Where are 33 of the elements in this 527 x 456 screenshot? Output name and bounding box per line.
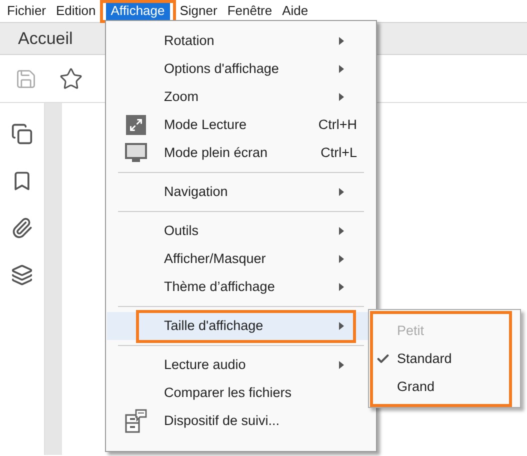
- menu-bar-item[interactable]: Edition: [51, 2, 101, 20]
- monitor-icon: [124, 143, 146, 163]
- menu-item[interactable]: Zoom: [107, 83, 375, 111]
- menu-item[interactable]: Mode plein écran Ctrl+L: [107, 139, 375, 167]
- menu-item[interactable]: Outils: [107, 217, 375, 245]
- submenu-arrow-icon: [339, 93, 344, 101]
- menu-item[interactable]: Rotation: [107, 27, 375, 55]
- menu-bar-item[interactable]: Aide: [277, 2, 314, 20]
- pages-icon[interactable]: [11, 123, 33, 145]
- menu-item[interactable]: Options d'affichage: [107, 55, 375, 83]
- cabinet-chat-icon: [124, 409, 148, 433]
- menu-item[interactable]: Mode Lecture Ctrl+H: [107, 111, 375, 139]
- submenu-arrow-icon: [339, 283, 344, 291]
- submenu-arrow-icon: [339, 227, 344, 235]
- menu-bar-item[interactable]: Affichage: [106, 2, 170, 20]
- paperclip-icon[interactable]: [11, 217, 33, 239]
- menu-item[interactable]: Navigation: [107, 178, 375, 206]
- layers-icon[interactable]: [11, 264, 33, 286]
- menu-item[interactable]: Afficher/Masquer: [107, 245, 375, 273]
- menu-bar-item[interactable]: Fichier: [2, 2, 52, 20]
- tab[interactable]: Accueil: [18, 26, 73, 52]
- menu-bar-item[interactable]: Fenêtre: [222, 2, 278, 20]
- submenu-arrow-icon: [339, 322, 344, 330]
- expand-icon: [126, 115, 146, 135]
- submenu-arrow-icon: [339, 255, 344, 263]
- submenu-arrow-icon: [339, 65, 344, 73]
- submenu-arrow-icon: [339, 37, 344, 45]
- menu-bar-item[interactable]: Signer: [174, 2, 222, 20]
- menu-item[interactable]: Thème d’affichage: [107, 273, 375, 301]
- star-icon[interactable]: [59, 66, 83, 90]
- submenu-arrow-icon: [339, 188, 344, 196]
- submenu-arrow-icon: [339, 361, 344, 369]
- menu-item[interactable]: Dispositif de suivi...: [107, 407, 375, 435]
